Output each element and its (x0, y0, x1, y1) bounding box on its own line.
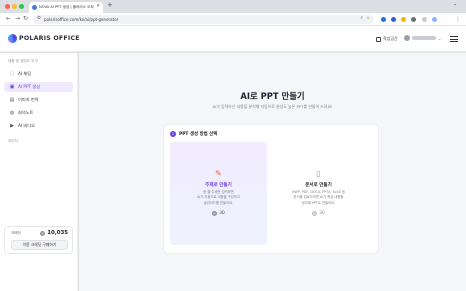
sidepanel-icon[interactable] (422, 17, 427, 22)
reload-icon[interactable]: ↻ (23, 15, 28, 23)
address-bar[interactable]: ⚙ polarisoffice.com/ko/ai/ppt-generator … (33, 15, 374, 24)
credit-panel: 크레딧 10,035 이용 크레딧 구매하기 (4, 226, 73, 254)
back-icon[interactable]: ← (6, 15, 11, 23)
bookmark-star-icon[interactable]: ☆ (366, 17, 370, 22)
tab-close-icon[interactable]: ✕ (96, 5, 100, 10)
favicon-icon (32, 5, 37, 10)
extensions-puzzle-icon[interactable] (411, 17, 416, 22)
close-window-button[interactable] (5, 4, 10, 9)
page-title: AI로 PPT 만들기 (240, 91, 305, 101)
workspace-button[interactable]: 작업공간 (376, 36, 398, 42)
account-name-redacted (412, 36, 436, 40)
browser-toolbar: ← → ↻ ⚙ polarisoffice.com/ko/ai/ppt-gene… (0, 13, 466, 26)
new-tab-button[interactable]: + (107, 2, 113, 9)
extension-icon[interactable] (381, 17, 386, 22)
option-document-cost: 30 (270, 211, 367, 216)
account-menu[interactable]: ⌄ (404, 35, 441, 41)
browser-tab-strip: NOVA AI PPT 생성 | 폴라리스 오피스 ✕ + ⌄ (0, 0, 466, 13)
polaris-logo-icon[interactable] (8, 34, 17, 43)
chevron-down-icon: ⌄ (438, 35, 442, 41)
meeting-note-icon: ◍ (9, 110, 15, 116)
sidebar-item-ai-video[interactable]: ▶ AI 비디오 (4, 121, 73, 131)
sidebar-item-ai-chat[interactable]: ◌ AI 채팅 (4, 69, 73, 79)
browser-tab-active[interactable]: NOVA AI PPT 생성 | 폴라리스 오피스 ✕ (29, 2, 103, 13)
presentation-icon: ▣ (9, 84, 15, 90)
extension-icon[interactable] (401, 17, 406, 22)
workspace-icon (376, 36, 381, 42)
coin-icon (40, 230, 46, 236)
credit-row: 크레딧 10,035 (11, 230, 68, 236)
avatar (404, 35, 410, 41)
forward-icon[interactable]: → (15, 15, 20, 23)
url-text: polarisoffice.com/ko/ai/ppt-generator (44, 17, 119, 22)
page-subtitle: AI가 입력하신 내용을 분석해 자동으로 완성도 높은 PPT를 만들어 드려… (212, 104, 333, 109)
zoom-icon[interactable]: ⌕ (360, 17, 363, 22)
logo-text[interactable]: POLARIS OFFICE (19, 35, 80, 42)
sidebar-section-label-2: 이미지 (8, 139, 18, 143)
option-topic-cost: 30 (170, 211, 267, 216)
credit-balance: 10,035 (40, 230, 68, 236)
step-label: PPT 생성 방법 선택 (179, 132, 218, 137)
option-topic-title: 주제로 만들기 (205, 183, 232, 188)
profile-avatar-icon[interactable] (432, 17, 437, 22)
app-header: POLARIS OFFICE 작업공간 ⌄ (0, 26, 466, 52)
sidebar-item-ai-ppt[interactable]: ▣ AI PPT 생성 (4, 82, 73, 92)
buy-credit-button[interactable]: 이용 크레딧 구매하기 (11, 240, 68, 250)
document-icon: ▯ (316, 169, 321, 178)
pencil-icon: ✎ (215, 169, 222, 178)
hamburger-menu-icon[interactable] (450, 36, 458, 42)
step-number-badge: 1 (170, 131, 176, 137)
credit-label: 크레딧 (11, 230, 21, 235)
extension-shield-icon[interactable] (391, 17, 396, 22)
browser-menu-icon[interactable]: ⋮ (455, 16, 461, 24)
sidebar-item-meeting-note[interactable]: ◍ 회의노트 (4, 108, 73, 118)
option-document-title: 문서로 만들기 (305, 183, 332, 188)
tab-search-icon[interactable]: ⌄ (453, 2, 457, 7)
tab-title: NOVA AI PPT 생성 | 폴라리스 오피스 (39, 5, 95, 9)
option-document-desc: HWP, PDF, DOCX, PPTX, XLSX 등 문서를 업로드하면 A… (291, 190, 345, 205)
image-translate-icon: ▤ (9, 97, 15, 103)
minimize-window-button[interactable] (12, 4, 17, 9)
coin-icon (312, 211, 318, 216)
video-icon: ▶ (10, 123, 14, 129)
sidebar-section-label: 제품 및 생성도 도구 (8, 59, 38, 63)
coin-icon (212, 211, 218, 216)
sidebar-item-image-translate[interactable]: ▤ 이미지 번역 (4, 95, 73, 105)
option-topic-desc: 한 줄 주제만 입력하면 AI가 자동으로 내용을 구성하고 슬라이드를 만들어… (197, 190, 240, 205)
maximize-window-button[interactable] (19, 4, 24, 9)
site-info-icon[interactable]: ⚙ (37, 17, 41, 22)
chat-icon: ◌ (9, 71, 15, 77)
step-header: 1 PPT 생성 방법 선택 (170, 131, 217, 137)
